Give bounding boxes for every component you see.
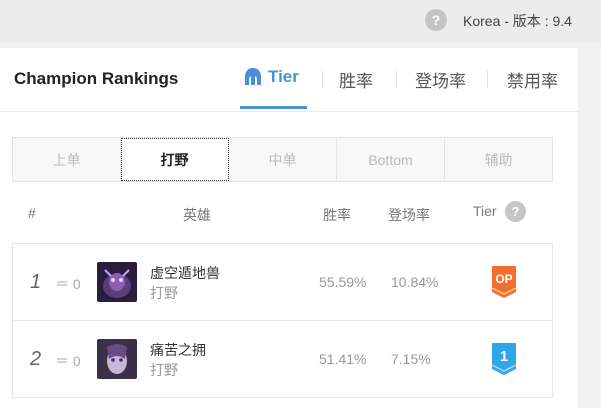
tab-divider: [322, 70, 323, 88]
table-row[interactable]: 2 ＝ 0 痛苦之拥 打野 51.41% 7.15% 1: [12, 320, 553, 398]
champion-portrait[interactable]: [97, 262, 137, 302]
rank-number: 2: [30, 348, 42, 370]
champion-portrait[interactable]: [97, 339, 137, 379]
rank-change-value: 0: [72, 353, 81, 369]
tab-winrate[interactable]: 胜率: [339, 67, 373, 92]
champion-role: 打野: [150, 362, 178, 378]
header-champion: 英雄: [183, 207, 211, 223]
tab-banrate[interactable]: 禁用率: [507, 67, 558, 92]
position-jungle[interactable]: 打野: [121, 138, 229, 181]
champion-portrait-image: [97, 262, 137, 302]
question-circle-icon[interactable]: ?: [425, 9, 447, 31]
tab-tier[interactable]: Tier: [244, 67, 299, 87]
rank-change: ＝ 0: [55, 353, 81, 369]
tab-divider: [396, 70, 397, 88]
tier-op-badge-icon: OP: [491, 266, 517, 298]
champion-name[interactable]: 虚空遁地兽: [150, 263, 220, 283]
rank-number: 1: [30, 271, 42, 293]
position-mid[interactable]: 中单: [229, 138, 337, 181]
tab-tier-label: Tier: [268, 67, 299, 86]
rank-change-value: 0: [72, 276, 81, 292]
active-tab-indicator: [240, 106, 307, 109]
tier-1-badge-icon: 1: [491, 343, 517, 375]
champion-pickrate: 7.15%: [391, 351, 431, 367]
table-row[interactable]: 1 ＝ 0 虚空遁地兽 打野 55.59% 10.84% OP: [12, 243, 553, 321]
header-winrate[interactable]: 胜率: [323, 205, 351, 225]
helmet-icon: [245, 68, 261, 85]
region-version: Korea - 版本 : 9.4: [463, 13, 572, 29]
header-rank: #: [28, 205, 36, 221]
tier-label: OP: [495, 272, 512, 286]
champion-winrate: 51.41%: [319, 351, 367, 367]
top-bar: ? Korea - 版本 : 9.4: [0, 0, 601, 42]
tier-label: 1: [500, 348, 508, 365]
tab-pickrate[interactable]: 登场率: [415, 67, 466, 92]
champion-role: 打野: [150, 285, 178, 301]
champion-pickrate: 10.84%: [391, 274, 439, 290]
champion-name[interactable]: 痛苦之拥: [150, 340, 206, 360]
question-circle-icon[interactable]: ?: [505, 201, 526, 222]
position-filter: 上单 打野 中单 Bottom 辅助: [12, 137, 553, 182]
header-pickrate[interactable]: 登场率: [388, 205, 430, 225]
champion-portrait-image: [97, 339, 137, 379]
champion-winrate: 55.59%: [319, 274, 367, 290]
position-bottom[interactable]: Bottom: [337, 138, 445, 181]
tab-divider: [487, 70, 488, 88]
header-tier[interactable]: Tier: [473, 203, 497, 219]
position-top[interactable]: 上单: [13, 138, 121, 181]
page-title: Champion Rankings: [14, 69, 179, 88]
rank-change: ＝ 0: [55, 276, 81, 292]
position-support[interactable]: 辅助: [445, 138, 552, 181]
card-header: Champion Rankings Tier 胜率 登场率 禁用率: [0, 48, 578, 112]
